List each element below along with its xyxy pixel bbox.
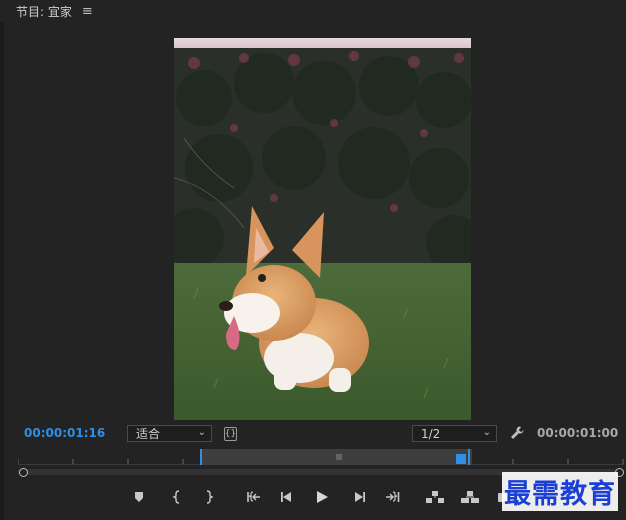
go-to-in-button[interactable] (243, 486, 265, 508)
add-marker-button[interactable] (128, 486, 150, 508)
go-to-out-icon (386, 491, 400, 502)
panel-left-edge (0, 22, 4, 520)
duration-timecode: 00:00:01:00 (537, 426, 619, 440)
watermark-logo: 最需教育 (502, 472, 618, 511)
current-timecode[interactable]: 00:00:01:16 (24, 426, 105, 440)
program-monitor-frame[interactable] (174, 38, 471, 420)
mark-in-button[interactable] (166, 486, 188, 508)
video-frame-image (174, 38, 471, 420)
fit-zoom-label: 适合 (136, 427, 161, 441)
mark-in-icon (172, 490, 180, 504)
panel-title[interactable]: 节目: 宜家 (16, 3, 72, 20)
mark-out-button[interactable] (198, 486, 220, 508)
step-back-button[interactable] (276, 486, 298, 508)
lift-button[interactable] (424, 486, 446, 508)
panel-header: 节目: 宜家 ≡ (0, 0, 626, 22)
wrench-settings-icon[interactable] (509, 425, 525, 441)
time-ruler[interactable] (18, 447, 624, 467)
play-button[interactable] (311, 486, 333, 508)
fit-zoom-dropdown[interactable]: 适合 ⌄ (127, 425, 212, 442)
playback-resolution-dropdown[interactable]: 1/2 ⌄ (412, 425, 497, 442)
safe-margins-button[interactable]: {} (224, 427, 237, 441)
hamburger-menu-icon[interactable]: ≡ (82, 4, 93, 19)
chevron-down-icon: ⌄ (482, 427, 491, 438)
step-forward-icon (355, 492, 365, 502)
step-forward-button[interactable] (348, 486, 370, 508)
brackets-icon: {} (224, 429, 237, 439)
mark-out-icon (206, 490, 214, 504)
extract-icon (461, 491, 479, 503)
zoom-scrollbar-left-handle[interactable] (19, 468, 28, 477)
chevron-down-icon: ⌄ (197, 427, 206, 438)
in-out-range[interactable] (200, 449, 472, 465)
add-marker-icon (135, 492, 143, 502)
play-icon (317, 491, 328, 503)
extract-button[interactable] (459, 486, 481, 508)
go-to-out-button[interactable] (381, 486, 403, 508)
go-to-in-icon (247, 491, 260, 502)
step-back-icon (281, 492, 291, 502)
in-out-range-graphic (200, 449, 470, 465)
lift-icon (426, 491, 444, 503)
playback-resolution-label: 1/2 (421, 426, 441, 441)
